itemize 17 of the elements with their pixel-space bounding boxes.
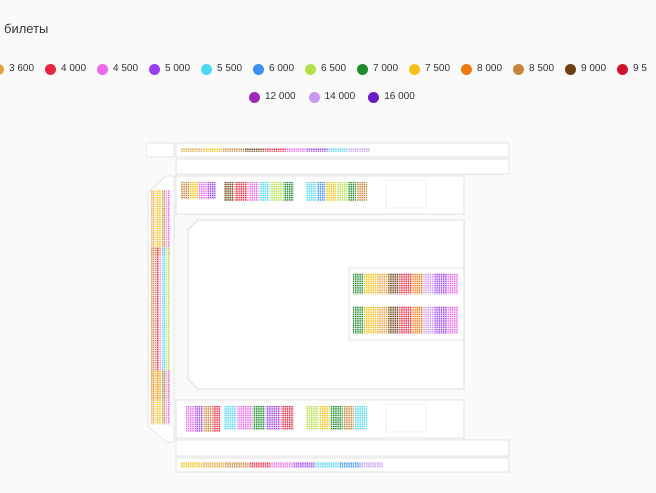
price-label: 5 500 <box>217 62 242 76</box>
price-label: 3 600 <box>9 62 34 76</box>
price-label: 9 5 <box>633 62 647 76</box>
price-label: 6 500 <box>321 62 346 76</box>
price-label: 9 000 <box>581 62 606 76</box>
price-label: 4 500 <box>113 62 138 76</box>
price-label: 7 000 <box>373 62 398 76</box>
price-label: 6 000 <box>269 62 294 76</box>
price-label: 12 000 <box>265 90 296 104</box>
price-label: 8 000 <box>477 62 502 76</box>
price-label: 14 000 <box>324 90 356 104</box>
price-label: 16 000 <box>384 90 415 104</box>
price-label: 4 000 <box>61 62 86 76</box>
price-label: 8 500 <box>529 62 554 76</box>
page-title: билеты <box>4 20 50 38</box>
price-label: 7 500 <box>425 62 450 76</box>
price-label: 5 000 <box>165 62 190 76</box>
